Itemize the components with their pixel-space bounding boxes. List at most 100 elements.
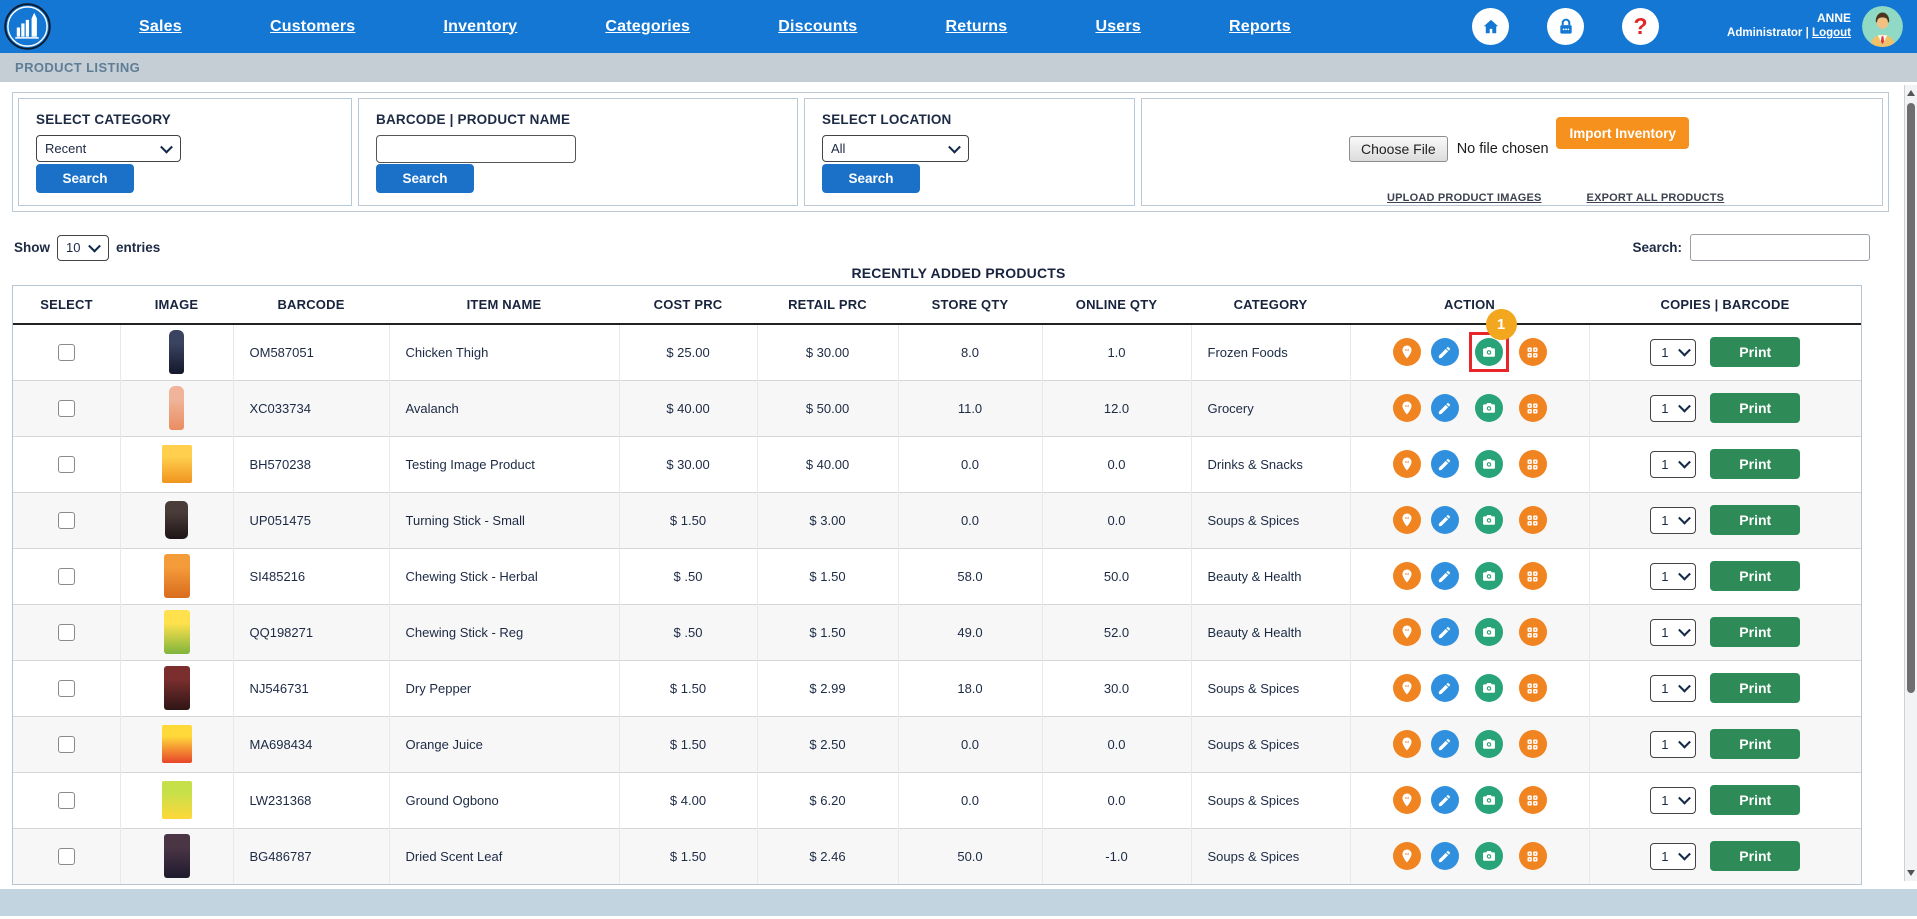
barcode-grid-icon-button[interactable]: [1518, 562, 1547, 590]
upload-product-images-link[interactable]: UPLOAD PRODUCT IMAGES: [1387, 192, 1542, 204]
edit-pencil-icon-button[interactable]: [1430, 506, 1459, 534]
location-pin-icon-button[interactable]: [1392, 506, 1421, 534]
logout-link[interactable]: Logout: [1812, 27, 1851, 39]
category-select[interactable]: Recent: [36, 135, 181, 162]
copies-select[interactable]: 1: [1650, 842, 1697, 870]
choose-file-button[interactable]: Choose File: [1349, 136, 1448, 162]
row-select-checkbox[interactable]: [57, 735, 75, 753]
row-select-checkbox[interactable]: [57, 847, 75, 865]
barcode-grid-icon-button[interactable]: [1518, 338, 1547, 367]
camera-icon-button[interactable]: [1474, 786, 1503, 814]
location-search-button[interactable]: Search: [822, 164, 920, 193]
location-pin-icon-button[interactable]: [1392, 394, 1421, 422]
print-button[interactable]: Print: [1710, 617, 1801, 647]
edit-pencil-icon-button[interactable]: [1430, 674, 1459, 702]
export-all-products-link[interactable]: EXPORT ALL PRODUCTS: [1587, 192, 1725, 204]
nav-item-sales[interactable]: Sales: [139, 18, 182, 36]
barcode-grid-icon-button[interactable]: [1518, 786, 1547, 814]
print-button[interactable]: Print: [1710, 561, 1801, 591]
barcode-grid-icon-button[interactable]: [1518, 730, 1547, 758]
location-pin-icon-button[interactable]: [1392, 618, 1421, 646]
barcode-grid-icon-button[interactable]: [1518, 394, 1547, 422]
nav-item-reports[interactable]: Reports: [1229, 18, 1291, 36]
import-inventory-button[interactable]: Import Inventory: [1556, 117, 1689, 149]
camera-icon-button[interactable]: [1474, 506, 1503, 534]
edit-pencil-icon-button[interactable]: [1430, 338, 1459, 367]
copies-select[interactable]: 1: [1650, 730, 1697, 758]
camera-icon-button[interactable]: [1474, 730, 1503, 758]
nav-item-users[interactable]: Users: [1095, 18, 1140, 36]
location-pin-icon-button[interactable]: [1392, 730, 1421, 758]
print-button[interactable]: Print: [1710, 505, 1801, 535]
copies-select[interactable]: 1: [1650, 450, 1697, 478]
table-search-input[interactable]: [1690, 234, 1870, 261]
copies-select[interactable]: 1: [1650, 786, 1697, 814]
camera-icon-button[interactable]: [1474, 562, 1503, 590]
edit-pencil-icon-button[interactable]: [1430, 618, 1459, 646]
edit-pencil-icon-button[interactable]: [1430, 394, 1459, 422]
copies-select[interactable]: 1: [1650, 394, 1697, 422]
print-button[interactable]: Print: [1710, 673, 1801, 703]
barcode-grid-icon-button[interactable]: [1518, 618, 1547, 646]
barcode-search-button[interactable]: Search: [376, 164, 474, 193]
location-pin-icon-button[interactable]: [1392, 338, 1421, 367]
home-icon[interactable]: [1472, 8, 1509, 45]
edit-pencil-icon-button[interactable]: [1430, 786, 1459, 814]
camera-icon-button[interactable]: [1474, 618, 1503, 646]
user-avatar[interactable]: [1862, 6, 1903, 47]
help-icon[interactable]: ?: [1622, 8, 1659, 45]
nav-item-inventory[interactable]: Inventory: [443, 18, 517, 36]
location-pin-icon-button[interactable]: [1392, 674, 1421, 702]
edit-pencil-icon-button[interactable]: [1430, 450, 1459, 478]
scroll-down-arrow-icon[interactable]: [1905, 866, 1917, 880]
scroll-up-arrow-icon[interactable]: [1905, 86, 1917, 100]
copies-select[interactable]: 1: [1650, 506, 1697, 534]
nav-item-customers[interactable]: Customers: [270, 18, 355, 36]
copies-select[interactable]: 1: [1650, 338, 1697, 366]
nav-item-categories[interactable]: Categories: [605, 18, 690, 36]
camera-icon-button[interactable]: [1474, 674, 1503, 702]
nav-item-returns[interactable]: Returns: [945, 18, 1007, 36]
barcode-grid-icon-button[interactable]: [1518, 674, 1547, 702]
nav-item-discounts[interactable]: Discounts: [778, 18, 857, 36]
entries-select[interactable]: 10: [57, 234, 109, 261]
location-pin-icon-button[interactable]: [1392, 562, 1421, 590]
barcode-grid-icon-button[interactable]: [1518, 506, 1547, 534]
print-button[interactable]: Print: [1710, 449, 1801, 479]
print-button[interactable]: Print: [1710, 337, 1801, 368]
edit-pencil-icon-button[interactable]: [1430, 562, 1459, 590]
location-pin-icon-button[interactable]: [1392, 450, 1421, 478]
camera-icon-button[interactable]: [1474, 450, 1503, 478]
print-button[interactable]: Print: [1710, 841, 1801, 872]
copies-select[interactable]: 1: [1650, 618, 1697, 646]
category-search-button[interactable]: Search: [36, 164, 134, 193]
camera-icon-button[interactable]: [1474, 394, 1503, 422]
row-select-checkbox[interactable]: [57, 343, 75, 361]
location-select[interactable]: All: [822, 135, 969, 162]
scrollbar-thumb[interactable]: [1907, 103, 1915, 693]
copies-select[interactable]: 1: [1650, 674, 1697, 702]
print-button[interactable]: Print: [1710, 785, 1801, 815]
row-select-checkbox[interactable]: [57, 791, 75, 809]
row-select-checkbox[interactable]: [57, 623, 75, 641]
edit-pencil-icon-button[interactable]: [1430, 730, 1459, 758]
location-pin-icon-button[interactable]: [1392, 786, 1421, 814]
barcode-input[interactable]: [376, 135, 576, 163]
app-logo-icon[interactable]: [4, 3, 51, 50]
print-button[interactable]: Print: [1710, 729, 1801, 759]
row-select-checkbox[interactable]: [57, 455, 75, 473]
camera-icon-button[interactable]: [1474, 338, 1503, 367]
row-select-checkbox[interactable]: [57, 679, 75, 697]
vertical-scrollbar[interactable]: [1904, 85, 1917, 881]
barcode-grid-icon-button[interactable]: [1518, 450, 1547, 478]
row-select-checkbox[interactable]: [57, 399, 75, 417]
copies-select[interactable]: 1: [1650, 562, 1697, 590]
row-select-checkbox[interactable]: [57, 511, 75, 529]
print-button[interactable]: Print: [1710, 393, 1801, 423]
location-pin-icon-button[interactable]: [1392, 842, 1421, 871]
barcode-grid-icon-button[interactable]: [1518, 842, 1547, 871]
camera-icon-button[interactable]: [1474, 842, 1503, 871]
edit-pencil-icon-button[interactable]: [1430, 842, 1459, 871]
lock-icon[interactable]: [1547, 8, 1584, 45]
row-select-checkbox[interactable]: [57, 567, 75, 585]
